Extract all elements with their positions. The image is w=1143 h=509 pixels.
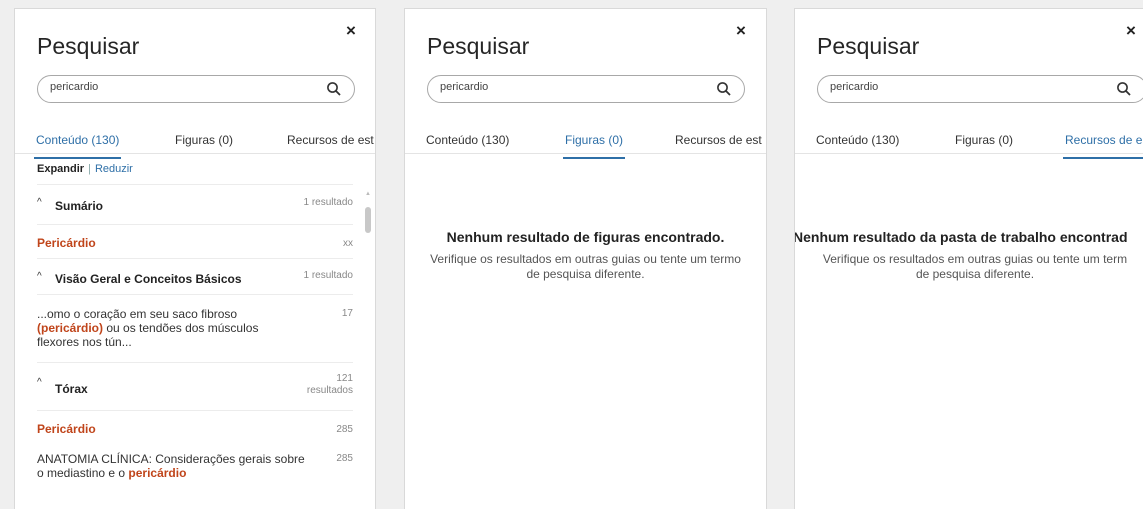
section-header[interactable]: ^ Tórax 121 resultados — [37, 362, 353, 410]
result-link[interactable]: Pericárdio — [37, 236, 96, 250]
expand-button[interactable]: Expandir — [37, 163, 84, 175]
result-count: 121 resultados — [307, 373, 353, 397]
tab-content[interactable]: Conteúdo (130) — [816, 133, 899, 147]
message-line: de pesquisa diferente. — [526, 267, 645, 281]
panel-title: Pesquisar — [817, 33, 920, 59]
count-unit: resultados — [306, 385, 353, 396]
search-box — [817, 75, 1143, 103]
result-count: 1 resultado — [303, 197, 353, 208]
search-input[interactable] — [830, 81, 1080, 93]
tab-resources[interactable]: Recursos de est — [675, 133, 762, 147]
scrollbar-thumb[interactable] — [365, 207, 371, 233]
close-icon[interactable]: × — [733, 22, 749, 39]
result-item[interactable]: ...omo o coração em seu saco fibroso (pe… — [37, 294, 353, 362]
tab-label: Figuras (0) — [175, 133, 234, 147]
tab-bar: Conteúdo (130) Figuras (0) Recursos de e — [795, 127, 1143, 159]
section-header[interactable]: ^ Sumário 1 resultado — [37, 184, 353, 224]
search-panel-figures: × Pesquisar Conteúdo (130) Figuras (0) R… — [404, 8, 767, 509]
tab-label: Figuras (0) — [955, 133, 1014, 147]
message-line: de pesquisa diferente. — [915, 267, 1035, 281]
empty-state-message: Verifique os resultados em outras guias … — [795, 252, 1143, 282]
search-input[interactable] — [50, 81, 300, 93]
search-panel-content: × Pesquisar Conteúdo (130) Figuras (0) R… — [14, 8, 376, 509]
snippet-highlight: pericárdio — [128, 466, 187, 480]
message-line: Verifique os resultados em outras guias … — [430, 252, 741, 266]
active-tab-indicator — [1063, 157, 1143, 159]
result-item[interactable]: Pericárdio 285 — [37, 410, 353, 444]
result-snippet[interactable]: ...omo o coração em seu saco fibroso (pe… — [37, 307, 287, 349]
tab-content[interactable]: Conteúdo (130) — [34, 133, 122, 159]
expand-collapse-controls: Expandir | Reduzir — [37, 163, 133, 175]
search-input[interactable] — [440, 81, 690, 93]
panel-title: Pesquisar — [37, 33, 140, 59]
tab-label: Recursos de e — [1065, 133, 1143, 147]
tab-bar: Conteúdo (130) Figuras (0) Recursos de e… — [405, 127, 766, 159]
collapse-button[interactable]: Reduzir — [95, 163, 133, 175]
search-box — [37, 75, 355, 103]
snippet-text: ...omo o coração em seu saco fibroso — [37, 307, 238, 321]
result-link[interactable]: Pericárdio — [37, 422, 96, 436]
separator: | — [88, 163, 91, 175]
tab-label: Recursos de est — [287, 133, 374, 147]
close-icon[interactable]: × — [343, 22, 359, 39]
tab-label: Recursos de est — [675, 133, 762, 147]
tab-label: Conteúdo (130) — [426, 133, 510, 147]
tab-figures[interactable]: Figuras (0) — [175, 133, 233, 147]
result-snippet[interactable]: ANATOMIA CLÍNICA: Considerações gerais s… — [37, 452, 307, 480]
tab-label: Figuras (0) — [565, 133, 624, 147]
active-tab-indicator — [34, 157, 122, 159]
tab-figures[interactable]: Figuras (0) — [563, 133, 626, 159]
search-box — [427, 75, 745, 103]
page-number: xx — [343, 238, 353, 249]
result-count: 1 resultado — [303, 270, 353, 281]
chevron-up-icon: ^ — [37, 197, 42, 208]
message-line: Verifique os resultados em outras guias … — [822, 252, 1128, 266]
empty-state-title: Nenhum resultado de figuras encontrado. — [446, 229, 725, 245]
search-panel-resources: × Pesquisar Conteúdo (130) Figuras (0) R… — [794, 8, 1143, 509]
section-title: Tórax — [55, 382, 88, 396]
chevron-up-icon: ^ — [37, 377, 42, 388]
page-number: 285 — [336, 424, 353, 435]
snippet-highlight: (pericárdio) — [37, 321, 104, 335]
empty-state-message: Verifique os resultados em outras guias … — [405, 252, 766, 282]
tab-figures[interactable]: Figuras (0) — [955, 133, 1013, 147]
tab-label: Conteúdo (130) — [816, 133, 900, 147]
search-icon[interactable] — [716, 81, 732, 97]
panel-title: Pesquisar — [427, 33, 530, 59]
close-icon[interactable]: × — [1123, 22, 1139, 39]
section-header[interactable]: ^ Visão Geral e Conceitos Básicos 1 resu… — [37, 258, 353, 294]
active-tab-indicator — [563, 157, 626, 159]
section-title: Visão Geral e Conceitos Básicos — [55, 272, 242, 286]
page-number: 285 — [336, 453, 353, 464]
results-list: ^ Sumário 1 resultado Pericárdio xx ^ Vi… — [37, 184, 353, 484]
scrollbar[interactable]: ▲ — [365, 185, 371, 509]
page-number: 17 — [341, 308, 353, 319]
empty-state-title: Nenhum resultado da pasta de trabalho en… — [794, 229, 1128, 245]
count-number: 121 — [336, 373, 353, 384]
section-title: Sumário — [55, 199, 104, 213]
tab-resources[interactable]: Recursos de e — [1063, 133, 1143, 159]
search-icon[interactable] — [326, 81, 342, 97]
tab-bar: Conteúdo (130) Figuras (0) Recursos de e… — [15, 127, 375, 159]
tab-content[interactable]: Conteúdo (130) — [426, 133, 509, 147]
scroll-up-arrow-icon[interactable]: ▲ — [365, 191, 371, 197]
result-item[interactable]: ANATOMIA CLÍNICA: Considerações gerais s… — [37, 444, 353, 484]
tab-label: Conteúdo (130) — [36, 133, 120, 147]
chevron-up-icon: ^ — [37, 271, 42, 282]
search-icon[interactable] — [1116, 81, 1132, 97]
result-item[interactable]: Pericárdio xx — [37, 224, 353, 258]
tab-resources[interactable]: Recursos de est — [287, 133, 374, 147]
